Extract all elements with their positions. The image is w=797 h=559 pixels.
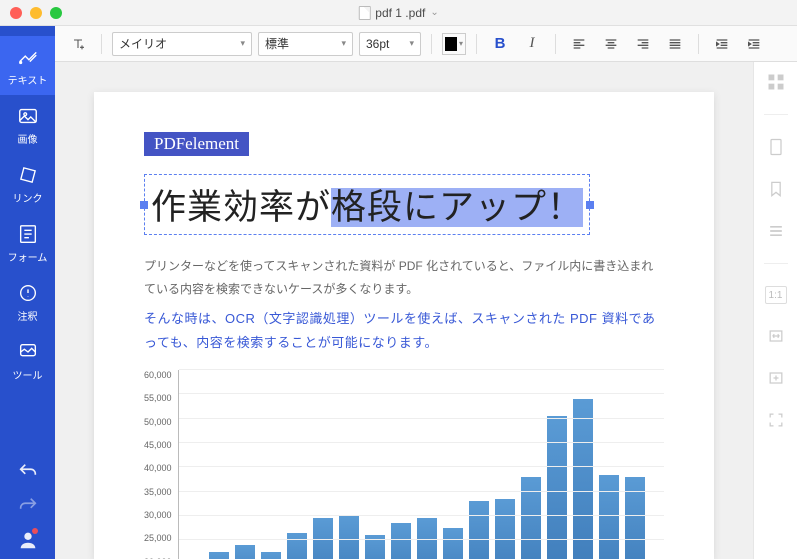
chart-bar <box>209 552 229 559</box>
font-style-dropdown[interactable]: 標準 ▾ <box>258 32 353 56</box>
thumbnails-icon[interactable] <box>766 72 786 92</box>
chart-bar <box>599 475 619 559</box>
y-tick-label: 60,000 <box>144 370 172 380</box>
chart-bar <box>547 416 567 559</box>
close-window[interactable] <box>10 7 22 19</box>
chevron-down-icon: ▾ <box>459 39 463 48</box>
chart-y-axis: 60,000 55,000 50,000 45,000 40,000 35,000 30,0… <box>144 370 178 559</box>
sidebar-item-link[interactable]: リンク <box>0 154 55 213</box>
fit-width-icon[interactable] <box>766 326 786 346</box>
chevron-down-icon: ▾ <box>409 38 414 49</box>
indent-decrease-button[interactable] <box>709 31 735 57</box>
document-viewport[interactable]: PDFelement 作業効率が格段にアップ！ プリンターなどを使ってスキャンさ… <box>55 62 753 559</box>
maximize-window[interactable] <box>50 7 62 19</box>
bar-chart: 60,000 55,000 50,000 45,000 40,000 35,000 30,0… <box>144 370 664 559</box>
chart-bar <box>339 516 359 559</box>
bold-button[interactable]: B <box>487 31 513 57</box>
font-family-dropdown[interactable]: メイリオ ▾ <box>112 32 252 56</box>
chart-bar <box>287 533 307 559</box>
window-title: pdf 1 .pdf ⌄ <box>358 6 438 20</box>
pdf-page[interactable]: PDFelement 作業効率が格段にアップ！ プリンターなどを使ってスキャンさ… <box>94 92 714 559</box>
window-controls <box>10 7 62 19</box>
sidebar-label: ツール <box>13 367 43 382</box>
fit-page-icon[interactable]: 1:1 <box>765 286 787 304</box>
y-tick-label: 35,000 <box>144 487 172 497</box>
tools-icon <box>17 341 39 363</box>
selection-handle-right[interactable] <box>586 201 594 209</box>
y-tick-label: 25,000 <box>144 533 172 543</box>
sidebar-item-image[interactable]: 画像 <box>0 95 55 154</box>
sidebar-label: フォーム <box>8 249 48 264</box>
text-edit-icon <box>17 46 39 68</box>
chart-plot-area <box>178 370 664 559</box>
highlight-paragraph[interactable]: そんな時は、OCR（文字認識処理）ツールを使えば、スキャンされた PDF 資料で… <box>144 307 664 356</box>
undo-icon[interactable] <box>17 461 39 483</box>
chart-bar <box>521 477 541 559</box>
right-sidebar: 1:1 <box>753 62 797 559</box>
indent-increase-button[interactable] <box>741 31 767 57</box>
chart-bar <box>391 523 411 559</box>
style-value: 標準 <box>265 35 289 52</box>
sidebar-item-text[interactable]: テキスト <box>0 36 55 95</box>
heading-selected: 格段にアップ！ <box>331 188 583 227</box>
y-tick-label: 55,000 <box>144 393 172 403</box>
sidebar-item-tools[interactable]: ツール <box>0 331 55 390</box>
image-icon <box>17 105 39 127</box>
zoom-icon[interactable] <box>766 368 786 388</box>
chart-bar <box>443 528 463 559</box>
size-value: 36pt <box>366 37 389 51</box>
font-size-dropdown[interactable]: 36pt ▾ <box>359 32 421 56</box>
minimize-window[interactable] <box>30 7 42 19</box>
notification-dot <box>32 528 38 534</box>
text-toolbar: メイリオ ▾ 標準 ▾ 36pt ▾ ▾ B I <box>55 26 797 62</box>
sidebar-label: リンク <box>13 190 43 205</box>
filename-label: pdf 1 .pdf <box>375 6 425 20</box>
sidebar-label: テキスト <box>8 72 48 87</box>
user-icon[interactable] <box>17 529 39 551</box>
redo-icon[interactable] <box>17 495 39 517</box>
sidebar-item-annotate[interactable]: 注釈 <box>0 272 55 331</box>
file-icon <box>358 6 370 20</box>
link-icon <box>17 164 39 186</box>
align-justify-button[interactable] <box>662 31 688 57</box>
sidebar-label: 注釈 <box>18 308 38 323</box>
body-paragraph[interactable]: プリンターなどを使ってスキャンされた資料が PDF 化されていると、ファイル内に… <box>144 255 664 301</box>
align-center-button[interactable] <box>598 31 624 57</box>
bookmark-icon[interactable] <box>766 179 786 199</box>
titlebar: pdf 1 .pdf ⌄ <box>0 0 797 26</box>
chart-bar <box>261 552 281 559</box>
y-tick-label: 50,000 <box>144 417 172 427</box>
chevron-down-icon: ▾ <box>240 38 245 49</box>
chart-bar <box>235 545 255 559</box>
chart-bar <box>469 501 489 559</box>
annotate-icon <box>17 282 39 304</box>
y-tick-label: 40,000 <box>144 463 172 473</box>
italic-button[interactable]: I <box>519 31 545 57</box>
editable-heading[interactable]: 作業効率が格段にアップ！ <box>144 174 590 235</box>
font-value: メイリオ <box>119 35 167 52</box>
chart-bar <box>495 499 515 559</box>
left-sidebar: テキスト 画像 リンク フォーム 注釈 <box>0 26 55 559</box>
sidebar-item-form[interactable]: フォーム <box>0 213 55 272</box>
align-left-button[interactable] <box>566 31 592 57</box>
color-swatch <box>445 37 457 51</box>
chevron-down-icon[interactable]: ⌄ <box>430 7 438 18</box>
sidebar-label: 画像 <box>18 131 38 146</box>
y-tick-label: 30,000 <box>144 510 172 520</box>
selection-handle-left[interactable] <box>140 201 148 209</box>
add-text-icon[interactable] <box>65 31 91 57</box>
y-tick-label: 45,000 <box>144 440 172 450</box>
fullscreen-icon[interactable] <box>766 410 786 430</box>
font-color-picker[interactable]: ▾ <box>442 33 466 55</box>
chart-bar <box>625 477 645 559</box>
chart-bar <box>573 399 593 559</box>
product-label[interactable]: PDFelement <box>144 132 249 156</box>
list-icon[interactable] <box>766 221 786 241</box>
form-icon <box>17 223 39 245</box>
chevron-down-icon: ▾ <box>341 38 346 49</box>
heading-plain: 作業効率が <box>151 188 331 227</box>
align-right-button[interactable] <box>630 31 656 57</box>
page-icon[interactable] <box>766 137 786 157</box>
